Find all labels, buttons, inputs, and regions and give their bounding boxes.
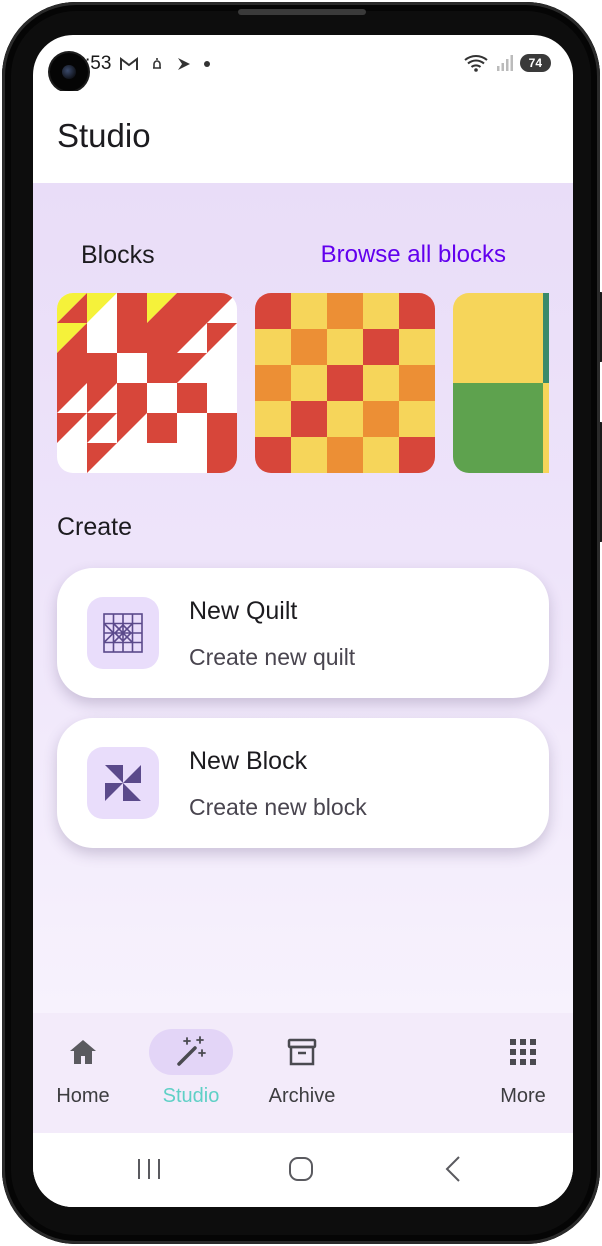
front-camera <box>50 53 88 91</box>
block-thumbnail[interactable] <box>255 293 435 473</box>
nav-home[interactable]: Home <box>33 1013 133 1133</box>
back-chevron-icon <box>445 1156 460 1182</box>
earpiece-speaker <box>238 9 366 15</box>
nav-archive[interactable]: Archive <box>252 1013 352 1133</box>
grid-dots-icon <box>473 1035 573 1069</box>
pinwheel-icon <box>87 747 159 819</box>
alert-bell-icon <box>153 58 161 69</box>
screen: :53 74 Studio Blocks Browse all blocks C… <box>33 35 573 1207</box>
home-circle-icon <box>289 1157 313 1181</box>
back-button[interactable] <box>433 1153 473 1185</box>
home-icon <box>33 1035 133 1069</box>
recents-icon <box>138 1159 160 1179</box>
home-system-button[interactable] <box>281 1153 321 1185</box>
quilt-grid-icon <box>87 597 159 669</box>
app-bar: Studio <box>33 91 573 183</box>
wifi-icon <box>463 55 488 72</box>
card-subtitle: Create new block <box>189 794 367 820</box>
card-title: New Block <box>189 747 308 775</box>
nav-label: Archive <box>268 1085 336 1107</box>
battery-badge: 74 <box>519 54 551 72</box>
new-block-card[interactable]: New Block Create new block <box>57 718 549 848</box>
gmail-icon <box>120 57 138 70</box>
system-status: 74 <box>463 53 551 73</box>
status-bar: :53 74 <box>33 35 573 91</box>
block-thumbnail[interactable] <box>453 293 549 473</box>
signal-icon <box>496 55 513 71</box>
page-title: Studio <box>57 117 151 154</box>
studio-content: Blocks Browse all blocks Create New Quil… <box>33 183 573 1013</box>
blocks-heading: Blocks <box>81 241 155 269</box>
new-quilt-card[interactable]: New Quilt Create new quilt <box>57 568 549 698</box>
nav-more[interactable]: More <box>473 1013 573 1133</box>
nav-studio[interactable]: Studio <box>141 1013 241 1133</box>
dot-icon <box>204 61 210 67</box>
bottom-navigation: Home Studio Archive More <box>33 1013 573 1133</box>
status-time: :53 <box>85 53 112 74</box>
system-navigation-bar <box>33 1133 573 1207</box>
blocks-carousel[interactable] <box>57 293 549 473</box>
magic-wand-icon <box>141 1035 241 1069</box>
card-title: New Quilt <box>189 597 298 625</box>
notification-icons <box>119 55 211 73</box>
recent-apps-button[interactable] <box>129 1153 169 1185</box>
create-heading: Create <box>57 513 133 541</box>
nav-label: More <box>500 1085 546 1107</box>
play-arrow-icon <box>178 58 190 70</box>
archive-icon <box>252 1035 352 1069</box>
browse-all-blocks-link[interactable]: Browse all blocks <box>321 241 506 269</box>
block-thumbnail[interactable] <box>57 293 237 473</box>
nav-label: Studio <box>162 1085 220 1107</box>
nav-label: Home <box>56 1085 110 1107</box>
phone-frame: :53 74 Studio Blocks Browse all blocks C… <box>2 2 602 1244</box>
card-subtitle: Create new quilt <box>189 644 356 670</box>
